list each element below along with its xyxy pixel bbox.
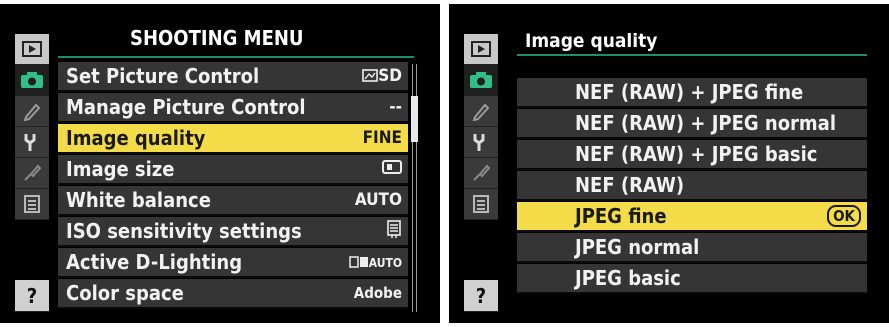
page-title: Image quality [525, 30, 658, 52]
option-label: JPEG basic [575, 266, 681, 290]
image-size-value [382, 159, 402, 179]
ok-button[interactable]: OK [827, 205, 861, 227]
setup-tab[interactable] [15, 127, 49, 158]
playback-icon [22, 41, 42, 57]
menu-item-white-balance[interactable]: White balance AUTO [58, 186, 408, 216]
retouch-tab[interactable] [15, 158, 49, 189]
option-jpeg-fine[interactable]: JPEG fine OK [517, 202, 867, 232]
option-nef-raw-jpeg-basic[interactable]: NEF (RAW) + JPEG basic [517, 140, 867, 170]
pencil-icon [23, 103, 41, 121]
menu-item-label: Active D-Lighting [66, 250, 243, 274]
image-size-large-icon [382, 160, 402, 174]
scrollbar-thumb[interactable] [411, 96, 418, 142]
menu-item-image-quality[interactable]: Image quality FINE [58, 124, 408, 154]
menu-item-label: Color space [66, 281, 184, 305]
shooting-menu-screen: ? SHOOTING MENU Set Picture Control SD M… [0, 4, 440, 323]
menu-item-label: Set Picture Control [66, 64, 260, 88]
option-label: NEF (RAW) [575, 173, 685, 197]
menu-item-value: FINE [362, 128, 402, 148]
option-nef-raw-jpeg-normal[interactable]: NEF (RAW) + JPEG normal [517, 109, 867, 139]
menu-item-label: ISO sensitivity settings [66, 219, 302, 243]
pencil-icon [472, 103, 490, 121]
shooting-tab[interactable] [15, 65, 49, 96]
menu-item-label: Image quality [66, 126, 206, 150]
option-label: NEF (RAW) + JPEG normal [575, 111, 836, 135]
title-divider [58, 56, 414, 58]
playback-icon [471, 41, 491, 57]
playback-tab[interactable] [15, 34, 49, 65]
playback-tab[interactable] [464, 34, 498, 65]
iso-settings-icon [387, 219, 401, 238]
menu-item-label: White balance [66, 188, 211, 212]
wrench-icon [473, 134, 485, 151]
menu-item-image-size[interactable]: Image size [58, 155, 408, 185]
option-jpeg-basic[interactable]: JPEG basic [517, 264, 867, 294]
option-nef-raw-jpeg-fine[interactable]: NEF (RAW) + JPEG fine [517, 78, 867, 108]
option-label: NEF (RAW) + JPEG fine [575, 80, 804, 104]
menu-item-color-space[interactable]: Color space Adobe [58, 279, 408, 309]
menu-item-value: -- [389, 97, 402, 117]
option-label: NEF (RAW) + JPEG basic [575, 142, 818, 166]
page-title: SHOOTING MENU [130, 26, 304, 50]
option-label: JPEG fine [575, 204, 667, 228]
menu-item-manage-picture-control[interactable]: Manage Picture Control -- [58, 93, 408, 123]
option-nef-raw[interactable]: NEF (RAW) [517, 171, 867, 201]
option-jpeg-normal[interactable]: JPEG normal [517, 233, 867, 263]
option-label: JPEG normal [575, 235, 700, 259]
wrench-icon [24, 134, 36, 151]
picture-control-text: SD [378, 66, 402, 86]
help-icon: ? [26, 283, 38, 308]
d-lighting-icon [348, 255, 368, 268]
iso-settings-value [386, 219, 402, 243]
list-icon [24, 195, 40, 213]
picture-control-icon [362, 69, 379, 82]
setup-tab[interactable] [464, 127, 498, 158]
menu-item-iso-sensitivity[interactable]: ISO sensitivity settings [58, 217, 408, 247]
title-divider [517, 54, 867, 56]
menu-item-active-d-lighting[interactable]: Active D-Lighting AUTO [58, 248, 408, 278]
my-menu-tab[interactable] [15, 189, 49, 220]
d-lighting-value: AUTO [348, 255, 402, 270]
camera-icon [470, 72, 492, 88]
help-button[interactable]: ? [464, 280, 498, 312]
menu-item-value: Adobe [353, 284, 402, 302]
retouch-brush-icon [473, 164, 491, 181]
help-icon: ? [475, 283, 487, 308]
menu-item-value: AUTO [354, 190, 402, 210]
my-menu-tab[interactable] [464, 189, 498, 220]
list-icon [473, 195, 489, 213]
menu-tabs [15, 34, 49, 220]
camera-icon [21, 72, 43, 88]
menu-item-label: Image size [66, 157, 175, 181]
picture-control-value: SD [362, 66, 402, 86]
d-lighting-text: AUTO [368, 255, 402, 270]
image-quality-screen: ? Image quality NEF (RAW) + JPEG fine NE… [449, 4, 889, 323]
custom-settings-tab[interactable] [464, 96, 498, 127]
menu-item-set-picture-control[interactable]: Set Picture Control SD [58, 62, 408, 92]
menu-tabs [464, 34, 498, 220]
help-button[interactable]: ? [15, 280, 49, 312]
menu-item-label: Manage Picture Control [66, 95, 306, 119]
custom-settings-tab[interactable] [15, 96, 49, 127]
retouch-brush-icon [24, 164, 42, 181]
retouch-tab[interactable] [464, 158, 498, 189]
shooting-tab[interactable] [464, 65, 498, 96]
